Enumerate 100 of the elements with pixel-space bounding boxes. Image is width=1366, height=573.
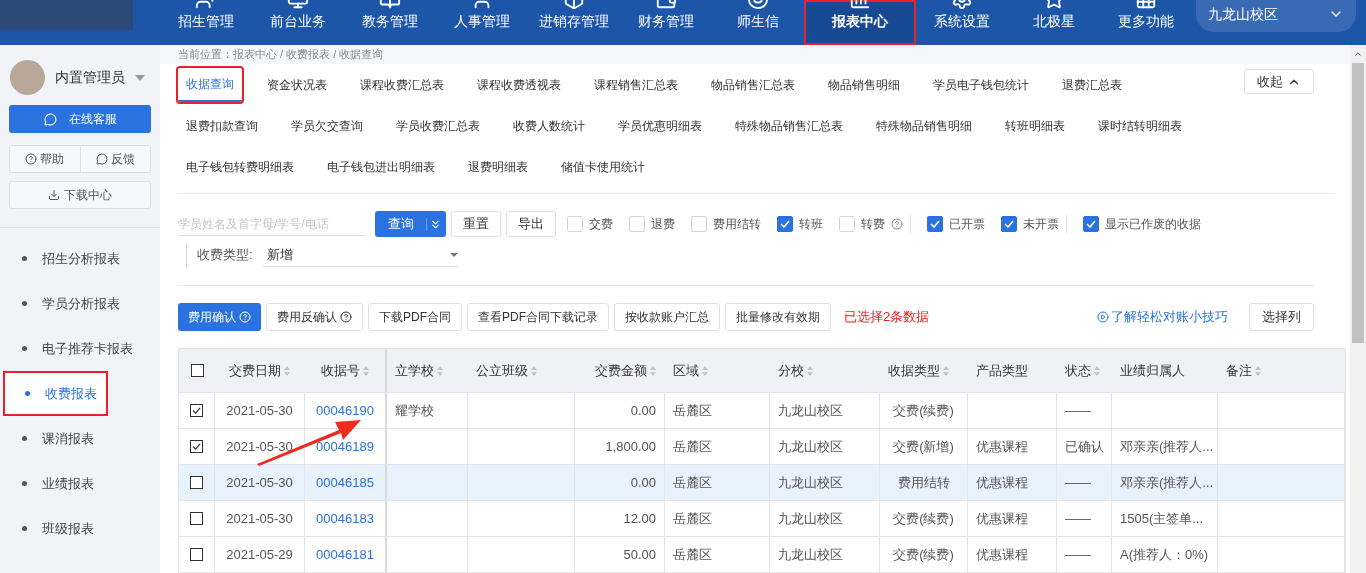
row-checkbox[interactable] (190, 476, 203, 489)
nav-item[interactable]: 人事管理 (436, 0, 528, 45)
nav-item[interactable]: 报表中心 (804, 0, 916, 45)
report-tab[interactable]: 学员优惠明细表 (610, 108, 710, 143)
row-checkbox[interactable] (190, 404, 203, 417)
search-field[interactable]: 学员姓名及首字母/学号/电话 (178, 212, 366, 236)
receipt-link[interactable]: 00046183 (316, 508, 374, 529)
feedback-button[interactable]: 反馈 (80, 146, 150, 172)
service-button[interactable]: 在线客服 (9, 105, 151, 133)
nav-item[interactable]: 财务管理 (620, 0, 712, 45)
sort-icon[interactable] (1093, 364, 1101, 377)
nav-item[interactable]: 北极星 (1008, 0, 1100, 45)
tips-link[interactable]: 了解轻松对账小技巧 (1097, 307, 1228, 327)
nav-item[interactable]: 更多功能 (1100, 0, 1192, 45)
row-checkbox[interactable] (190, 440, 203, 453)
report-tab[interactable]: 特殊物品销售明细 (868, 108, 980, 143)
sidebar-item[interactable]: 学员分析报表 (0, 281, 160, 326)
report-tab[interactable]: 储值卡使用统计 (553, 149, 653, 184)
receipt-link[interactable]: 00046185 (316, 472, 374, 493)
report-tab[interactable]: 电子钱包转费明细表 (178, 149, 302, 184)
sidebar-item[interactable]: 业绩报表 (0, 461, 160, 506)
scrollbar[interactable] (1350, 45, 1366, 573)
report-tab[interactable]: 退费汇总表 (1054, 67, 1130, 102)
campus-select[interactable]: 九龙山校区 (1196, 0, 1356, 32)
report-tab[interactable]: 收据查询 (178, 67, 242, 102)
nav-item[interactable]: 师生信 (712, 0, 804, 45)
report-tab[interactable]: 学员电子钱包统计 (925, 67, 1037, 102)
help-button[interactable]: 帮助 (10, 146, 81, 172)
sort-icon[interactable] (701, 364, 709, 377)
sidebar-item[interactable]: 电子推荐卡报表 (0, 326, 160, 371)
sidebar-item[interactable]: 招生分析报表 (0, 236, 160, 281)
table-row[interactable]: 2021-05-30 00046185 0.00 岳麓区 九龙山校区 费用结转 优惠课程 —— 邓亲亲(推荐人... (179, 464, 1345, 500)
sort-icon[interactable] (942, 364, 950, 377)
report-tab[interactable]: 课程收费汇总表 (352, 67, 452, 102)
sidebar-item[interactable]: 收费报表 (3, 371, 108, 416)
column-header[interactable]: 交费日期 (215, 360, 305, 381)
caret-icon[interactable] (135, 74, 145, 81)
sort-icon[interactable] (1254, 364, 1262, 377)
report-tab[interactable]: 学员收费汇总表 (388, 108, 488, 143)
columns-button[interactable]: 选择列 (1249, 303, 1314, 331)
collapse-button[interactable]: 收起 (1244, 69, 1314, 94)
action-button[interactable]: 批量修改有效期 (725, 303, 831, 331)
nav-item[interactable]: 系统设置 (916, 0, 1008, 45)
fee-type-select[interactable]: 新增 (262, 243, 458, 267)
report-tab[interactable]: 物品销售汇总表 (703, 67, 803, 102)
sort-icon[interactable] (361, 364, 370, 377)
column-header[interactable]: 区域 (665, 360, 770, 381)
export-button[interactable]: 导出 (506, 211, 556, 237)
column-header[interactable]: 交费金额 (575, 360, 665, 381)
checkbox[interactable] (1001, 216, 1017, 232)
query-button[interactable]: 查询 (375, 211, 446, 237)
action-button[interactable]: 查看PDF合同下载记录 (467, 303, 609, 331)
report-tab[interactable]: 课时结转明细表 (1090, 108, 1190, 143)
nav-item[interactable]: 教务管理 (344, 0, 436, 45)
checkbox[interactable] (927, 216, 943, 232)
action-button[interactable]: 下载PDF合同 (368, 303, 462, 331)
nav-item[interactable]: 招生管理 (160, 0, 252, 45)
sort-icon[interactable] (283, 364, 291, 377)
action-button[interactable]: 费用确认 (178, 303, 261, 331)
report-tab[interactable]: 课程收费透视表 (469, 67, 569, 102)
checkbox[interactable] (1083, 216, 1099, 232)
column-header[interactable]: 备注 (1218, 360, 1345, 381)
report-tab[interactable]: 资金状况表 (259, 67, 335, 102)
reset-button[interactable]: 重置 (451, 211, 501, 237)
sidebar-item[interactable]: 班级报表 (0, 506, 160, 551)
download-center-button[interactable]: 下载中心 (9, 181, 151, 209)
sort-icon[interactable] (649, 364, 657, 377)
sort-icon[interactable] (530, 364, 538, 377)
nav-item[interactable]: 进销存管理 (528, 0, 620, 45)
receipt-link[interactable]: 00046190 (316, 400, 374, 421)
column-header[interactable]: 收据类型 (880, 360, 968, 381)
column-header[interactable]: 业绩归属人 (1112, 360, 1218, 381)
scrollbar-thumb[interactable] (1352, 63, 1364, 343)
sidebar-item[interactable]: 课消报表 (0, 416, 160, 461)
table-row[interactable]: 2021-05-30 00046183 12.00 岳麓区 九龙山校区 交费(续费) 优惠课程 —— 1505(主签单... (179, 500, 1345, 536)
column-header[interactable]: 状态 (1057, 360, 1112, 381)
table-row[interactable]: 2021-05-30 00046189 1,800.00 岳麓区 九龙山校区 交费(新增) 优惠课程 已确认 邓亲亲(推荐人... (179, 428, 1345, 464)
column-header[interactable]: 产品类型 (968, 360, 1057, 381)
user-name[interactable]: 内置管理员 (55, 67, 125, 88)
receipt-link[interactable]: 00046189 (316, 436, 374, 457)
receipt-link[interactable]: 00046181 (316, 544, 374, 565)
sort-icon[interactable] (436, 364, 444, 377)
scroll-up-icon[interactable] (1353, 49, 1363, 59)
action-button[interactable]: 按收款账户汇总 (614, 303, 720, 331)
column-header[interactable]: 立学校 (387, 360, 468, 381)
column-header[interactable]: 分校 (770, 360, 880, 381)
action-button[interactable]: 费用反确认 (266, 303, 363, 331)
report-tab[interactable]: 物品销售明细 (820, 67, 908, 102)
report-tab[interactable]: 课程销售汇总表 (586, 67, 686, 102)
column-header[interactable]: 公立班级 (468, 360, 575, 381)
report-tab[interactable]: 退费扣款查询 (178, 108, 266, 143)
nav-item[interactable]: 前台业务 (252, 0, 344, 45)
report-tab[interactable]: 收费人数统计 (505, 108, 593, 143)
report-tab[interactable]: 电子钱包进出明细表 (319, 149, 443, 184)
row-checkbox[interactable] (190, 548, 203, 561)
report-tab[interactable]: 特殊物品销售汇总表 (727, 108, 851, 143)
sort-icon[interactable] (806, 364, 814, 377)
table-row[interactable]: 2021-05-29 00046181 50.00 岳麓区 九龙山校区 交费(续费) 优惠课程 —— A(推荐人：0%) (179, 536, 1345, 572)
report-tab[interactable]: 退费明细表 (460, 149, 536, 184)
report-tab[interactable]: 学员欠交查询 (283, 108, 371, 143)
